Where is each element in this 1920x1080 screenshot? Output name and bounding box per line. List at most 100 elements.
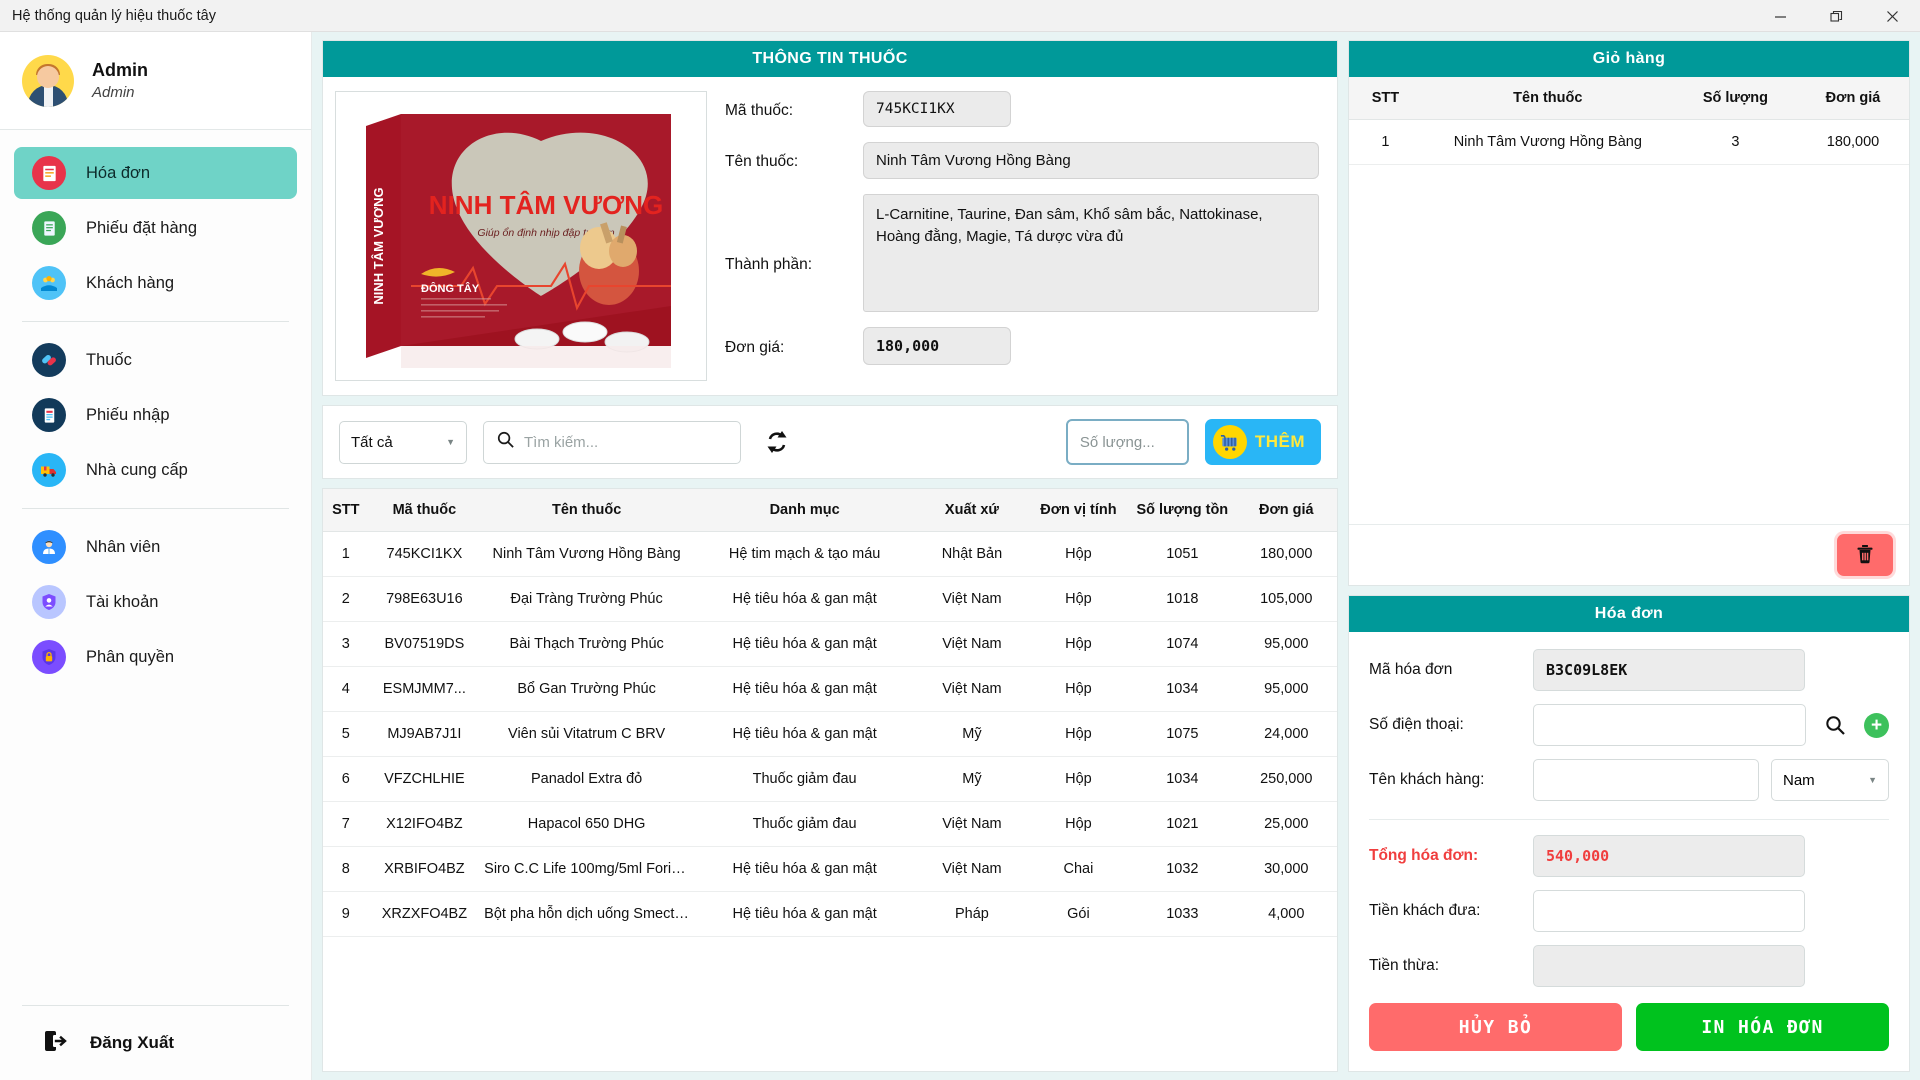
cart-col-so-luong: Số lượng xyxy=(1673,77,1797,120)
maximize-icon[interactable] xyxy=(1808,0,1864,32)
ten-thuoc-field[interactable]: Ninh Tâm Vương Hồng Bàng xyxy=(863,142,1319,179)
quantity-input[interactable]: Số lượng... xyxy=(1080,434,1155,451)
table-row[interactable]: 6 VFZCHLHIE Panadol Extra đỏ Thuốc giảm đau… xyxy=(323,756,1337,802)
add-button-label: THÊM xyxy=(1254,432,1305,451)
invoice-body: Mã hóa đơn B3C09L8EK Số điện thoại: + Tê… xyxy=(1349,632,1909,987)
cell-unit: Hộp xyxy=(1027,756,1130,802)
label-ma-thuoc: Mã thuốc: xyxy=(725,101,794,119)
sidebar-item-nhan-vien[interactable]: Nhân viên xyxy=(14,521,297,573)
table-row[interactable]: 5 MJ9AB7J1I Viên sủi Vitatrum C BRV Hệ tiêu… xyxy=(323,711,1337,757)
logout-button[interactable]: Đăng Xuất xyxy=(22,1006,289,1080)
delete-cart-item-button[interactable] xyxy=(1837,534,1893,576)
cell-stock: 1021 xyxy=(1129,801,1236,847)
print-invoice-button[interactable]: IN HÓA ĐƠN xyxy=(1636,1003,1889,1051)
sidebar-item-nha-cung-cap[interactable]: Nhà cung cấp xyxy=(14,444,297,496)
sidebar-item-label: Phân quyền xyxy=(86,647,175,666)
cell-stt: 1 xyxy=(323,531,369,577)
quantity-input-wrap[interactable]: Số lượng... xyxy=(1065,419,1189,465)
tien-khach-dua-field[interactable] xyxy=(1533,890,1805,932)
cell-price: 180,000 xyxy=(1235,531,1337,577)
sidebar-item-label: Hóa đơn xyxy=(86,163,151,182)
search-input[interactable]: Tìm kiếm... xyxy=(524,434,598,451)
pills-icon xyxy=(32,343,66,377)
cell-unit: Hộp xyxy=(1027,711,1130,757)
drug-table: STT Mã thuốc Tên thuốc Danh mục Xuất xứ … xyxy=(323,489,1337,937)
cart-col-stt: STT xyxy=(1349,77,1422,120)
cell-price: 95,000 xyxy=(1235,621,1337,667)
col-ma-thuoc: Mã thuốc xyxy=(368,489,481,532)
user-card: Admin Admin xyxy=(0,32,311,130)
cell-stt: 6 xyxy=(323,756,369,802)
cell-unit: Hộp xyxy=(1027,531,1130,577)
cell-origin: Mỹ xyxy=(916,756,1028,802)
cell-stock: 1032 xyxy=(1129,846,1236,892)
table-row[interactable]: 8 XRBIFO4BZ Siro C.C Life 100mg/5ml Foriph… xyxy=(323,846,1337,892)
table-row[interactable]: 7 X12IFO4BZ Hapacol 650 DHG Thuốc giảm đau V… xyxy=(323,801,1337,847)
employee-icon xyxy=(32,530,66,564)
add-to-cart-button[interactable]: THÊM xyxy=(1204,419,1321,465)
cart-table: STT Tên thuốc Số lượng Đơn giá 1 Ninh Tâ… xyxy=(1349,77,1909,165)
search-input-wrap[interactable]: Tìm kiếm... xyxy=(483,420,741,464)
cell-code: 745KCI1KX xyxy=(368,531,481,577)
cell-category: Thuốc giảm đau xyxy=(693,756,917,802)
close-icon[interactable] xyxy=(1864,0,1920,32)
table-row[interactable]: 9 XRZXFO4BZ Bột pha hỗn dịch uống Smecta v… xyxy=(323,891,1337,937)
thanh-phan-field[interactable]: L-Carnitine, Taurine, Đan sâm, Khổ sâm b… xyxy=(863,194,1319,312)
cell-name: Panadol Extra đỏ xyxy=(480,756,694,802)
gender-select-value: Nam xyxy=(1783,771,1815,789)
drug-image: NINH TÂM VƯƠNG NINH TÂM VƯƠNG Giúp ổn đị… xyxy=(335,91,707,381)
table-row[interactable]: 1 Ninh Tâm Vương Hồng Bàng 3 180,000 xyxy=(1349,119,1909,165)
table-row[interactable]: 2 798E63U16 Đại Tràng Trường Phúc Hệ tiêu h… xyxy=(323,576,1337,622)
sidebar-item-phieu-dat-hang[interactable]: Phiếu đặt hàng xyxy=(14,202,297,254)
category-select[interactable]: Tất cả ▼ xyxy=(339,420,467,464)
drug-table-panel: STT Mã thuốc Tên thuốc Danh mục Xuất xứ … xyxy=(322,488,1338,1072)
sidebar-item-hoa-don[interactable]: Hóa đơn xyxy=(14,147,297,199)
table-row[interactable]: 1 745KCI1KX Ninh Tâm Vương Hồng Bàng Hệ tim… xyxy=(323,531,1337,577)
cell-code: X12IFO4BZ xyxy=(368,801,481,847)
cart-cell-qty: 3 xyxy=(1673,119,1797,165)
sidebar-item-phieu-nhap[interactable]: Phiếu nhập xyxy=(14,389,297,441)
sidebar-divider-2 xyxy=(22,508,289,509)
ma-thuoc-field[interactable]: 745KCI1KX xyxy=(863,91,1011,127)
window-controls xyxy=(1752,0,1920,32)
gender-select[interactable]: Nam ▼ xyxy=(1771,759,1889,801)
cell-unit: Hộp xyxy=(1027,801,1130,847)
sidebar-item-thuoc[interactable]: Thuốc xyxy=(14,334,297,386)
cell-origin: Việt Nam xyxy=(916,801,1028,847)
cell-category: Hệ tiêu hóa & gan mật xyxy=(693,576,917,622)
sidebar-item-phan-quyen[interactable]: Phân quyền xyxy=(14,631,297,683)
table-row[interactable]: 3 BV07519DS Bài Thạch Trường Phúc Hệ tiêu h… xyxy=(323,621,1337,667)
user-name: Admin xyxy=(92,60,148,80)
app-root: Admin Admin Hóa đơn Phiếu đặt hàng Khách… xyxy=(0,32,1920,1080)
sidebar-item-tai-khoan[interactable]: Tài khoản xyxy=(14,576,297,628)
search-customer-icon[interactable] xyxy=(1818,714,1852,736)
cart-table-body: 1 Ninh Tâm Vương Hồng Bàng 3 180,000 xyxy=(1349,119,1909,165)
cell-stock: 1033 xyxy=(1129,891,1236,937)
cell-code: XRZXFO4BZ xyxy=(368,891,481,937)
cell-name: Đại Tràng Trường Phúc xyxy=(480,576,694,622)
cell-unit: Hộp xyxy=(1027,576,1130,622)
category-select-value: Tất cả xyxy=(351,433,393,451)
drug-table-header-row: STT Mã thuốc Tên thuốc Danh mục Xuất xứ … xyxy=(323,489,1337,532)
add-customer-icon[interactable]: + xyxy=(1864,712,1889,738)
cell-price: 105,000 xyxy=(1235,576,1337,622)
cancel-button[interactable]: HỦY BỎ xyxy=(1369,1003,1622,1051)
drug-toolbar: Tất cả ▼ Tìm kiếm... Số lượng... THÊM xyxy=(322,405,1338,479)
don-gia-field[interactable]: 180,000 xyxy=(863,327,1011,365)
cell-name: Ninh Tâm Vương Hồng Bàng xyxy=(480,531,694,577)
cart-cell-price: 180,000 xyxy=(1796,119,1909,165)
cell-unit: Chai xyxy=(1027,846,1130,892)
col-ten-thuoc: Tên thuốc xyxy=(480,489,694,532)
label-tien-thua: Tiền thừa: xyxy=(1369,957,1440,974)
minimize-icon[interactable] xyxy=(1752,0,1808,32)
ten-khach-hang-field[interactable] xyxy=(1533,759,1759,801)
table-row[interactable]: 4 ESMJMM7... Bổ Gan Trường Phúc Hệ tiêu hóa… xyxy=(323,666,1337,712)
so-dien-thoai-field[interactable] xyxy=(1533,704,1806,746)
cell-price: 4,000 xyxy=(1235,891,1337,937)
cell-stt: 4 xyxy=(323,666,369,712)
cell-stt: 3 xyxy=(323,621,369,667)
refresh-icon[interactable] xyxy=(757,422,797,462)
sidebar-item-khach-hang[interactable]: Khách hàng xyxy=(14,257,297,309)
cart-cell-stt: 1 xyxy=(1349,119,1422,165)
logout-section: Đăng Xuất xyxy=(22,1005,289,1080)
